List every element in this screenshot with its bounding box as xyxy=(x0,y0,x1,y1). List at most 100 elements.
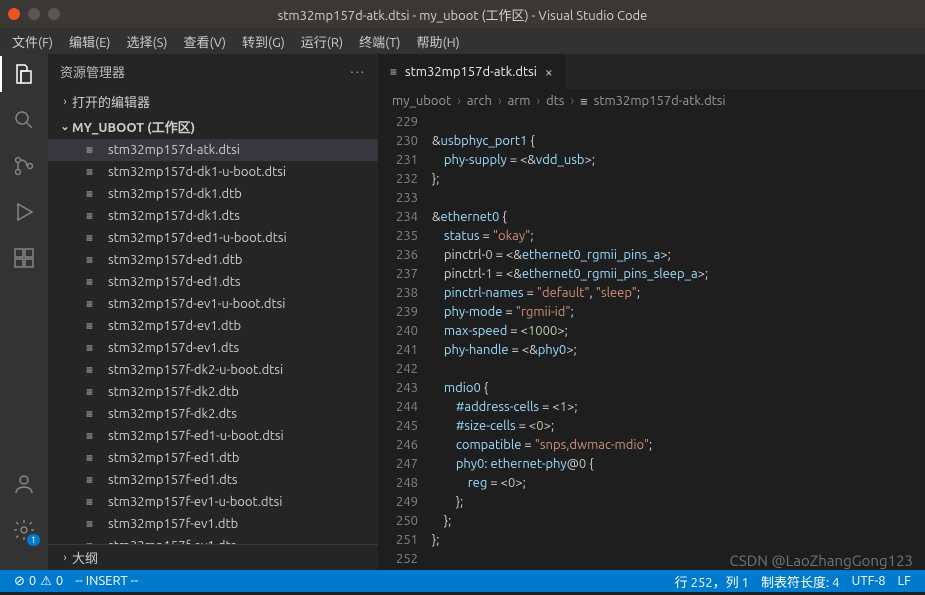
file-icon: ≡ xyxy=(86,209,104,223)
menu-run[interactable]: 运行(R) xyxy=(293,32,351,51)
account-icon[interactable] xyxy=(12,472,36,496)
file-name: stm32mp157d-ed1.dts xyxy=(108,275,240,289)
file-item[interactable]: ≡stm32mp157f-dk2.dts xyxy=(48,403,378,425)
extensions-icon[interactable] xyxy=(12,246,36,270)
window-title: stm32mp157d-atk.dtsi - my_uboot (工作区) - … xyxy=(278,5,648,24)
file-name: stm32mp157d-ev1.dts xyxy=(108,341,239,355)
file-icon: ≡ xyxy=(86,385,104,399)
file-item[interactable]: ≡ stm32mp157f-ed1.dts xyxy=(48,469,378,491)
status-cursor-pos[interactable]: 行 252，列 1 xyxy=(669,572,755,591)
settings-gear-icon[interactable]: 1 xyxy=(12,518,36,542)
menu-edit[interactable]: 编辑(E) xyxy=(61,32,118,51)
file-item[interactable]: ≡stm32mp157d-ev1.dts xyxy=(48,337,378,359)
file-item[interactable]: ≡ stm32mp157d-ev1.dtb xyxy=(48,315,378,337)
file-icon: ≡ xyxy=(86,143,104,157)
file-item[interactable]: ≡ stm32mp157f-ev1-u-boot.dtsi xyxy=(48,491,378,513)
breadcrumb-item[interactable]: dts xyxy=(546,94,564,108)
editor-area: ≡ stm32mp157d-atk.dtsi × my_uboot› arch›… xyxy=(378,54,925,570)
file-item[interactable]: ≡ stm32mp157f-dk2.dtb xyxy=(48,381,378,403)
file-icon: ≡ xyxy=(86,429,104,443)
menu-view[interactable]: 查看(V) xyxy=(176,32,234,51)
settings-badge: 1 xyxy=(27,534,40,546)
breadcrumb[interactable]: my_uboot› arch› arm› dts› ≡ stm32mp157d-… xyxy=(378,89,925,113)
line-numbers: 2292302312322332342352362372382392402412… xyxy=(378,113,432,570)
status-bar: ⊘ 0 ⚠ 0 -- INSERT -- 行 252，列 1 制表符长度: 4 … xyxy=(0,570,925,592)
file-item[interactable]: ≡ stm32mp157f-ed1.dtb xyxy=(48,447,378,469)
file-list[interactable]: ≡ stm32mp157d-atk.dtsi ≡stm32mp157d-dk1-u-… xyxy=(48,139,378,544)
minimap[interactable] xyxy=(903,113,925,570)
file-name: stm32mp157f-ev1-u-boot.dtsi xyxy=(108,495,282,509)
file-name: stm32mp157f-ev1.dtb xyxy=(108,517,238,531)
code-editor[interactable]: 2292302312322332342352362372382392402412… xyxy=(378,113,925,570)
file-item[interactable]: ≡stm32mp157d-ed1.dts xyxy=(48,271,378,293)
file-name: stm32mp157d-atk.dtsi xyxy=(108,143,240,157)
outline-header[interactable]: › 大纲 xyxy=(48,544,378,570)
file-item[interactable]: ≡ stm32mp157f-ed1-u-boot.dtsi xyxy=(48,425,378,447)
file-item[interactable]: ≡stm32mp157d-dk1.dts xyxy=(48,205,378,227)
activity-bar: 1 xyxy=(0,54,48,570)
close-window-icon[interactable] xyxy=(8,8,20,20)
open-editors-label: 打开的编辑器 xyxy=(72,92,150,111)
file-item[interactable]: ≡ stm32mp157f-dk2-u-boot.dtsi xyxy=(48,359,378,381)
source-control-icon[interactable] xyxy=(12,154,36,178)
status-indent[interactable]: 制表符长度: 4 xyxy=(755,572,846,591)
file-icon: ≡ xyxy=(86,495,104,509)
chevron-down-icon: ⌄ xyxy=(58,120,72,133)
file-item[interactable]: ≡stm32mp157d-ev1-u-boot.dtsi xyxy=(48,293,378,315)
menu-bar: 文件(F) 编辑(E) 选择(S) 查看(V) 转到(G) 运行(R) 终端(T… xyxy=(0,28,925,54)
menu-go[interactable]: 转到(G) xyxy=(234,32,293,51)
breadcrumb-item[interactable]: arch xyxy=(467,94,492,108)
code-content[interactable]: &usbphyc_port1 { phy-supply = <&vdd_usb>… xyxy=(432,113,903,570)
minimize-window-icon[interactable] xyxy=(28,8,40,20)
workspace-header[interactable]: ⌄ MY_UBOOT (工作区) xyxy=(48,114,378,139)
sidebar-explorer: 资源管理器 ··· › 打开的编辑器 ⌄ MY_UBOOT (工作区) ≡stm… xyxy=(48,54,378,570)
run-debug-icon[interactable] xyxy=(12,200,36,224)
menu-help[interactable]: 帮助(H) xyxy=(409,32,468,51)
chevron-right-icon: › xyxy=(58,552,72,564)
file-icon: ≡ xyxy=(86,231,104,245)
file-item[interactable]: ≡ stm32mp157d-atk.dtsi xyxy=(48,139,378,161)
file-name: stm32mp157f-ed1.dts xyxy=(108,473,238,487)
breadcrumb-item[interactable]: arm xyxy=(508,94,531,108)
file-name: stm32mp157d-ed1.dtb xyxy=(108,253,242,267)
breadcrumb-item[interactable]: my_uboot xyxy=(392,94,451,108)
tab-active[interactable]: ≡ stm32mp157d-atk.dtsi × xyxy=(378,54,566,89)
status-errors[interactable]: ⊘ 0 ⚠ 0 xyxy=(8,574,69,589)
file-icon: ≡ xyxy=(86,363,104,377)
menu-selection[interactable]: 选择(S) xyxy=(119,32,176,51)
file-item[interactable]: ≡stm32mp157f-ev1.dtb xyxy=(48,513,378,535)
menu-file[interactable]: 文件(F) xyxy=(4,32,61,51)
maximize-window-icon[interactable] xyxy=(48,8,60,20)
breadcrumb-item[interactable]: stm32mp157d-atk.dtsi xyxy=(594,94,726,108)
file-item[interactable]: ≡stm32mp157d-dk1-u-boot.dtsi xyxy=(48,161,378,183)
sidebar-more-icon[interactable]: ··· xyxy=(350,65,366,79)
explorer-icon[interactable] xyxy=(12,62,36,86)
file-item[interactable]: ≡ stm32mp157d-ed1-u-boot.dtsi xyxy=(48,227,378,249)
file-name: stm32mp157f-dk2-u-boot.dtsi xyxy=(108,363,283,377)
file-icon: ≡ xyxy=(86,451,104,465)
close-tab-icon[interactable]: × xyxy=(545,64,553,80)
file-name: stm32mp157f-ed1.dtb xyxy=(108,451,240,465)
file-icon: ≡ xyxy=(86,407,104,421)
window-titlebar: stm32mp157d-atk.dtsi - my_uboot (工作区) - … xyxy=(0,0,925,28)
file-icon: ≡ xyxy=(86,319,104,333)
status-encoding[interactable]: UTF-8 xyxy=(845,574,891,588)
file-name: stm32mp157d-ed1-u-boot.dtsi xyxy=(108,231,287,245)
file-name: stm32mp157f-ed1-u-boot.dtsi xyxy=(108,429,284,443)
sidebar-title: 资源管理器 xyxy=(60,62,125,81)
file-icon: ≡ xyxy=(86,253,104,267)
menu-terminal[interactable]: 终端(T) xyxy=(351,32,408,51)
status-vim-mode: -- INSERT -- xyxy=(69,574,144,588)
file-item[interactable]: ≡stm32mp157f-ev1.dts xyxy=(48,535,378,544)
file-item[interactable]: ≡ stm32mp157d-ed1.dtb xyxy=(48,249,378,271)
search-icon[interactable] xyxy=(12,108,36,132)
file-name: stm32mp157d-ev1.dtb xyxy=(108,319,241,333)
file-item[interactable]: ≡stm32mp157d-dk1.dtb xyxy=(48,183,378,205)
file-icon: ≡ xyxy=(86,473,104,487)
tab-label: stm32mp157d-atk.dtsi xyxy=(405,65,537,79)
file-name: stm32mp157d-dk1.dtb xyxy=(108,187,242,201)
status-eol[interactable]: LF xyxy=(892,574,917,588)
open-editors-header[interactable]: › 打开的编辑器 xyxy=(48,89,378,114)
window-controls[interactable] xyxy=(8,8,60,20)
file-name: stm32mp157f-dk2.dtb xyxy=(108,385,239,399)
